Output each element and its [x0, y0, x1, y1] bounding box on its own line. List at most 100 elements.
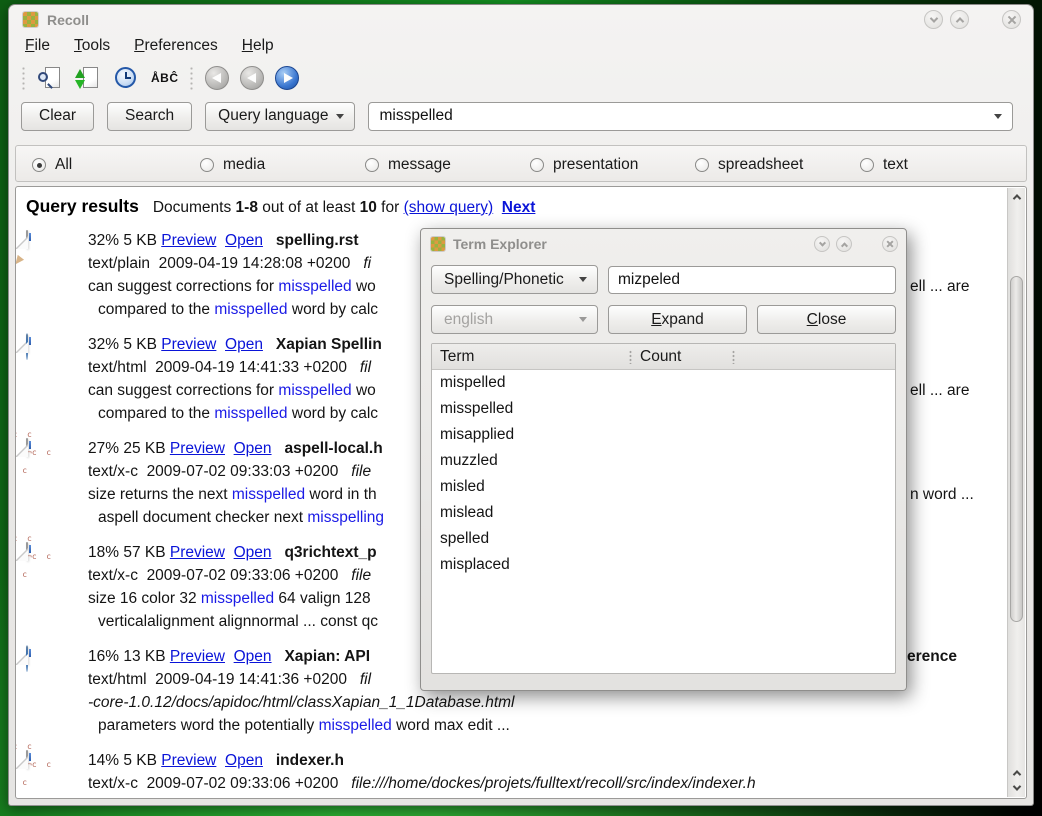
search-query-input[interactable]	[379, 107, 994, 125]
search-button[interactable]: Search	[107, 102, 192, 131]
filter-label: media	[223, 156, 265, 174]
column-resize-handle[interactable]	[732, 350, 735, 364]
dialog-title: Term Explorer	[453, 236, 547, 252]
search-query-combobox[interactable]	[368, 102, 1013, 131]
chevron-down-icon	[1012, 782, 1020, 790]
radio-icon	[860, 158, 874, 172]
scrollbar-thumb[interactable]	[1010, 276, 1023, 622]
preview-link[interactable]: Preview	[170, 544, 225, 561]
toolbar-handle[interactable]	[21, 66, 26, 90]
preview-link[interactable]: Preview	[161, 232, 216, 249]
expansion-mode-dropdown[interactable]: Spelling/Phonetic	[431, 265, 598, 294]
minimize-button[interactable]	[924, 10, 943, 29]
recoll-logo-icon	[431, 237, 445, 251]
menu-tools[interactable]: Tools	[74, 37, 110, 55]
filter-radio-text[interactable]: text	[860, 156, 908, 174]
term-cell[interactable]: misapplied	[432, 426, 632, 444]
text-part: wo	[352, 382, 376, 399]
term-cell[interactable]: mislead	[432, 504, 632, 522]
dialog-minimize-button[interactable]	[814, 236, 830, 252]
close-dialog-button[interactable]: Close	[757, 305, 896, 334]
column-header-term[interactable]: Term	[432, 348, 632, 366]
preview-link[interactable]: Preview	[170, 440, 225, 457]
scroll-up-button-bottom[interactable]	[1009, 766, 1024, 780]
term-row[interactable]: mislead	[432, 500, 895, 526]
term-row[interactable]: misapplied	[432, 422, 895, 448]
close-button[interactable]	[1002, 10, 1021, 29]
expand-button[interactable]: Expand	[608, 305, 747, 334]
window-title: Recoll	[47, 12, 89, 28]
titlebar[interactable]: Recoll	[9, 5, 1033, 31]
maximize-button[interactable]	[950, 10, 969, 29]
preview-link[interactable]: Preview	[170, 648, 225, 665]
term-row[interactable]: muzzled	[432, 448, 895, 474]
show-query-link[interactable]: (show query)	[404, 199, 494, 216]
query-language-dropdown[interactable]: Query language	[205, 102, 355, 131]
column-header-count[interactable]: Count	[632, 348, 895, 366]
expansion-mode-label: Spelling/Phonetic	[444, 271, 564, 289]
scroll-up-button[interactable]	[1009, 190, 1024, 204]
open-link[interactable]: Open	[225, 336, 263, 353]
preview-link[interactable]: Preview	[161, 752, 216, 769]
results-header: Query results Documents 1-8 out of at le…	[16, 187, 1026, 217]
next-page-button[interactable]	[275, 66, 299, 90]
highlight-term: misspelled	[278, 278, 351, 295]
back-button-disabled[interactable]	[205, 66, 229, 90]
abc-label: ÅBĈ	[151, 71, 179, 85]
dialog-titlebar[interactable]: Term Explorer	[421, 229, 906, 257]
term-input[interactable]	[618, 271, 886, 289]
scroll-down-button[interactable]	[1009, 781, 1024, 795]
open-link[interactable]: Open	[234, 544, 272, 561]
chevron-down-icon	[336, 114, 344, 119]
open-link[interactable]: Open	[225, 752, 263, 769]
source-code-icon	[15, 528, 51, 582]
open-link[interactable]: Open	[234, 440, 272, 457]
open-link[interactable]: Open	[234, 648, 272, 665]
text-part: Documents	[153, 199, 236, 216]
menu-help[interactable]: Help	[242, 37, 274, 55]
menu-preferences[interactable]: Preferences	[134, 37, 218, 55]
term-cell[interactable]: mispelled	[432, 374, 632, 392]
term-row[interactable]: misled	[432, 474, 895, 500]
filetype-src-icon: SRC	[26, 749, 88, 799]
filter-radio-media[interactable]: media	[200, 156, 265, 174]
term-cell[interactable]: spelled	[432, 530, 632, 548]
term-row[interactable]: misspelled	[432, 396, 895, 422]
dialog-close-button[interactable]	[882, 236, 898, 252]
term-table: Term Count mispelled misspelled misappli…	[431, 343, 896, 674]
term-row[interactable]: misplaced	[432, 552, 895, 578]
term-cell[interactable]: misled	[432, 478, 632, 496]
update-index-icon[interactable]	[75, 65, 102, 92]
text-part: text/plain 2009-04-19 14:28:08 +0200	[88, 255, 363, 272]
filter-radio-spreadsheet[interactable]: spreadsheet	[695, 156, 803, 174]
text-part: 10	[360, 199, 377, 216]
document-search-icon[interactable]	[37, 65, 64, 92]
history-clock-icon[interactable]	[113, 65, 140, 92]
snippet-fragment: erence	[907, 645, 957, 668]
result-title-line: 14% 5 KB Preview Open indexer.h	[88, 749, 1026, 772]
filter-radio-message[interactable]: message	[365, 156, 451, 174]
language-dropdown-disabled[interactable]: english	[431, 305, 598, 334]
term-cell[interactable]: muzzled	[432, 452, 632, 470]
term-input-box[interactable]	[608, 266, 896, 294]
preview-link[interactable]: Preview	[161, 336, 216, 353]
term-row[interactable]: mispelled	[432, 370, 895, 396]
previous-page-button-disabled[interactable]	[240, 66, 264, 90]
column-resize-handle[interactable]	[629, 350, 632, 364]
term-row[interactable]: spelled	[432, 526, 895, 552]
filter-radio-all[interactable]: All	[32, 156, 72, 174]
results-scrollbar[interactable]	[1007, 188, 1025, 797]
term-explorer-abc-icon[interactable]: ÅBĈ	[151, 65, 178, 92]
pencil-icon	[18, 231, 36, 255]
chevron-down-icon	[818, 239, 825, 246]
filter-label: All	[55, 156, 72, 174]
dialog-maximize-button[interactable]	[836, 236, 852, 252]
globe-icon	[26, 333, 28, 360]
clear-button[interactable]: Clear	[21, 102, 94, 131]
term-cell[interactable]: misplaced	[432, 556, 632, 574]
filter-radio-presentation[interactable]: presentation	[530, 156, 638, 174]
term-cell[interactable]: misspelled	[432, 400, 632, 418]
menu-file[interactable]: File	[25, 37, 50, 55]
open-link[interactable]: Open	[225, 232, 263, 249]
next-link[interactable]: Next	[502, 199, 536, 216]
